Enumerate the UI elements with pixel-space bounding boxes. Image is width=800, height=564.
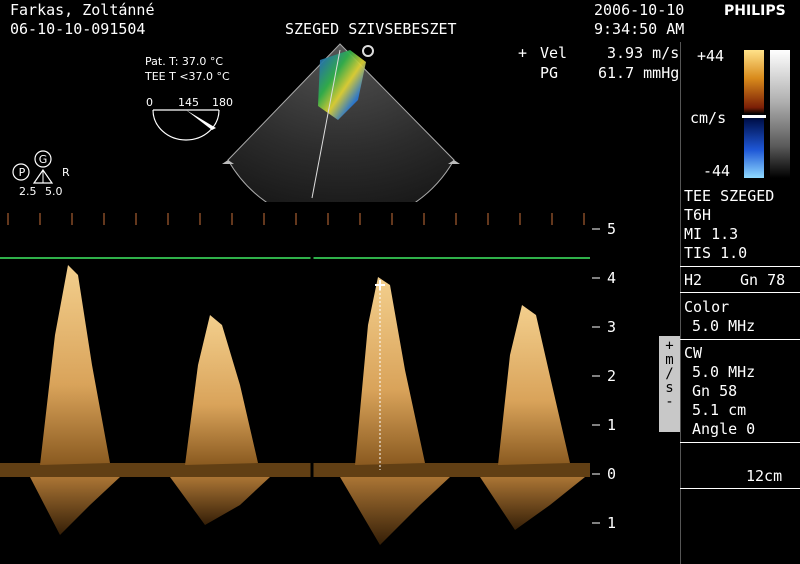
unit-char: +: [665, 338, 674, 354]
sector-marker-icon: [362, 45, 374, 57]
spectral-peak: [40, 265, 110, 465]
color-scale-unit: cm/s: [690, 109, 727, 127]
axis-tick-label: 1: [607, 416, 617, 434]
spectral-peak: [498, 305, 570, 465]
cw-mode-label: CW: [684, 344, 703, 362]
color-scale-min: -44: [703, 162, 731, 180]
exam-time: 9:34:50 AM: [594, 20, 685, 38]
image-depth: 12cm: [746, 467, 783, 485]
panel-separator: [680, 339, 800, 340]
mechanical-index: MI 1.3: [684, 225, 739, 243]
probe-g-label: G: [38, 153, 48, 166]
grayscale-bar: [770, 50, 790, 178]
spectral-peak: [355, 277, 425, 465]
baseline-band: [0, 463, 590, 477]
reverse-flow: [480, 477, 585, 530]
cw-angle: Angle 0: [692, 420, 756, 438]
measurement-cursor-icon: +: [518, 44, 528, 62]
axis-tick-label: 1: [607, 514, 617, 532]
pressure-gradient-value: 61.7 mmHg: [598, 64, 680, 82]
probe-r-label: R: [62, 166, 70, 179]
reverse-flow: [170, 477, 270, 525]
probe-freq-low: 2.5: [19, 185, 37, 198]
color-baseline-marker: [742, 115, 766, 118]
velocity-value: 3.93 m/s: [607, 44, 680, 62]
cw-gain: Gn 58: [692, 382, 738, 400]
probe-p-label: P: [18, 166, 26, 179]
probe-angle-dial-icon: [152, 109, 220, 141]
reverse-flow: [30, 477, 120, 535]
unit-char: m: [665, 352, 674, 368]
axis-tick-label: 3: [607, 318, 617, 336]
cw-depth: 5.1 cm: [692, 401, 747, 419]
color-frequency: 5.0 MHz: [692, 317, 756, 335]
color-mode-label: Color: [684, 298, 730, 316]
spectral-peak: [185, 315, 258, 465]
2d-gain: Gn 78: [740, 271, 786, 289]
unit-char: -: [665, 394, 674, 410]
thermal-index: TIS 1.0: [684, 244, 748, 262]
axis-tick-label: 4: [607, 269, 617, 287]
unit-char: /: [665, 366, 674, 382]
color-velocity-bar: [744, 50, 764, 178]
velocity-unit-box: + m / s -: [659, 336, 680, 432]
panel-separator: [680, 266, 800, 267]
institution-name: SZEGED SZIVSEBESZET: [285, 20, 457, 38]
panel-separator: [680, 488, 800, 489]
cw-doppler-spectrum: [0, 213, 600, 545]
cw-frequency: 5.0 MHz: [692, 363, 756, 381]
unit-char: s: [665, 380, 674, 396]
echo-sector-image: [222, 43, 460, 202]
harmonic-mode: H2: [684, 271, 703, 289]
axis-tick-label: 2: [607, 367, 617, 385]
patient-temperature: Pat. T: 37.0 °C: [145, 55, 224, 68]
tee-temperature: TEE T <37.0 °C: [145, 70, 230, 83]
reverse-flow: [340, 477, 450, 545]
philips-logo: PHILIPS: [724, 3, 786, 19]
panel-separator: [680, 292, 800, 293]
velocity-label: Vel: [540, 44, 568, 62]
probe-type: T6H: [684, 206, 712, 224]
axis-tick-label: 0: [607, 465, 617, 483]
pressure-gradient-label: PG: [540, 64, 559, 82]
patient-id: 06-10-10-091504: [10, 20, 146, 38]
patient-name: Farkas, Zoltánné: [10, 1, 155, 19]
panel-separator: [680, 442, 800, 443]
timing-markers: [7, 213, 585, 225]
exam-site: TEE SZEGED: [684, 187, 775, 205]
color-scale-max: +44: [697, 47, 725, 65]
panel-divider: [680, 42, 681, 564]
axis-tick-label: 5: [607, 220, 617, 238]
probe-freq-high: 5.0: [45, 185, 63, 198]
exam-date: 2006-10-10: [594, 1, 685, 19]
